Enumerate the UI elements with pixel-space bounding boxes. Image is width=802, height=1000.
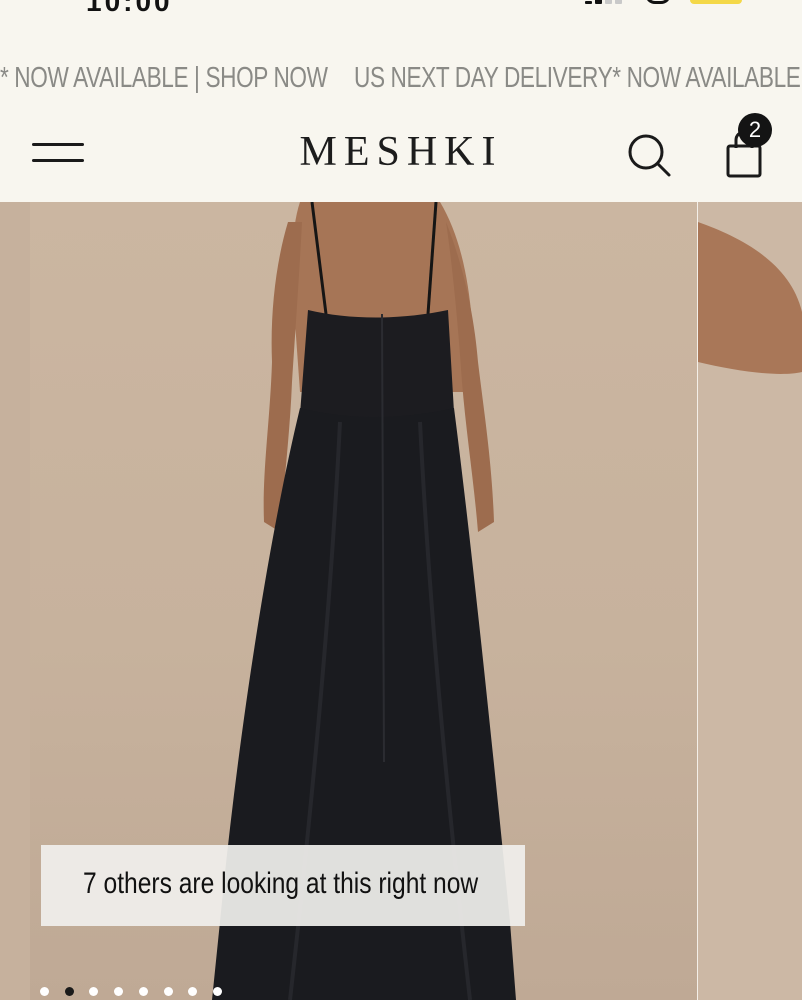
cellular-signal-icon	[585, 0, 625, 4]
viewers-notice-text: 7 others are looking at this right now	[83, 867, 479, 900]
announcement-bar[interactable]: * NOW AVAILABLE | SHOP NOW US NEXT DAY D…	[0, 58, 802, 100]
hamburger-menu-icon[interactable]	[32, 140, 84, 166]
site-header: MESHKI 2	[0, 110, 802, 202]
brand-logo[interactable]: MESHKI	[200, 128, 602, 176]
announcement-text[interactable]: * NOW AVAILABLE | SHOP NOW	[0, 62, 328, 95]
pagination-dot[interactable]	[64, 987, 74, 996]
status-time: 10:00	[86, 0, 173, 14]
cart-count-badge[interactable]: 2	[738, 113, 772, 147]
pagination-dot[interactable]	[138, 987, 148, 996]
pagination-dot[interactable]	[212, 987, 222, 996]
wifi-icon	[645, 0, 671, 4]
viewers-notice: 7 others are looking at this right now	[41, 845, 525, 926]
pagination-dot[interactable]	[163, 987, 173, 996]
search-icon[interactable]	[626, 132, 672, 178]
pagination-dot[interactable]	[40, 987, 49, 996]
status-bar: 10:00	[0, 0, 802, 14]
announcement-text[interactable]: US NEXT DAY DELIVERY* NOW AVAILABLE | S	[354, 62, 802, 95]
battery-icon	[690, 0, 742, 4]
